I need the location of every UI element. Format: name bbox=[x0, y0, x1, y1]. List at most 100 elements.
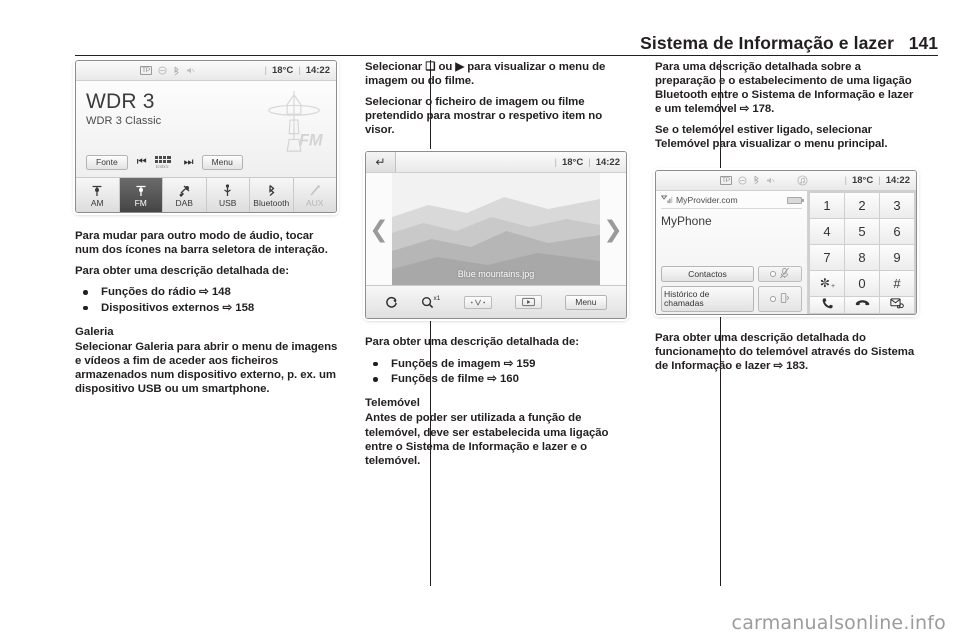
left-paragraph-3: Selecionar Galeria para abrir o menu de … bbox=[75, 341, 338, 396]
left-paragraph-1: Para mudar para outro modo de áudio, toc… bbox=[75, 230, 328, 257]
key-2[interactable]: 2 bbox=[845, 192, 879, 218]
phone-screenshot: TP | 18°C | 14:22 MyProvider.com MyPhone… bbox=[655, 169, 920, 315]
menu-button[interactable]: Menu bbox=[201, 154, 243, 170]
page-number: 141 bbox=[908, 32, 938, 53]
reference-arrow-icon: ⇨ bbox=[503, 357, 514, 370]
middle-paragraph-4: Antes de poder ser utilizada a função de… bbox=[365, 412, 609, 467]
radio-screen: TP | 18°C | 14:22 WDR 3 WDR 3 Classic FM… bbox=[75, 60, 337, 213]
bluetooth-icon bbox=[267, 183, 276, 197]
middle-paragraph-3: Para obter uma descrição detalhada de: bbox=[365, 336, 579, 349]
tab-bluetooth-label: Bluetooth bbox=[253, 198, 290, 208]
slideshow-play-icon[interactable] bbox=[515, 295, 543, 310]
middle-paragraph-2: Selecionar o ficheiro de imagem ou filme… bbox=[365, 96, 603, 137]
handset-transfer-toggle[interactable] bbox=[758, 286, 802, 312]
radio-screenshot: TP | 18°C | 14:22 WDR 3 WDR 3 Classic FM… bbox=[75, 60, 340, 213]
keypad-icon[interactable]: Entbriz bbox=[154, 156, 175, 169]
back-arrow-icon[interactable]: ↵ bbox=[366, 152, 396, 173]
tab-aux[interactable]: AUX bbox=[294, 178, 337, 212]
key-star[interactable]: ✼ + bbox=[810, 270, 844, 296]
key-4[interactable]: 4 bbox=[810, 218, 844, 244]
phone-time: 14:22 bbox=[885, 174, 910, 186]
gallery-viewer: ❮ Blue mountains.jpg ❯ bbox=[366, 173, 626, 286]
key-5[interactable]: 5 bbox=[845, 218, 879, 244]
aux-plug-icon bbox=[309, 183, 321, 197]
tab-dab[interactable]: DAB bbox=[163, 178, 207, 212]
call-history-button[interactable]: Histórico de chamadas bbox=[661, 286, 754, 312]
key-7[interactable]: 7 bbox=[810, 244, 844, 270]
voicemail-button[interactable] bbox=[880, 296, 914, 313]
phone-temperature: 18°C bbox=[851, 174, 874, 186]
zoom-level-label: x1 bbox=[433, 294, 441, 302]
tab-am-label: AM bbox=[90, 198, 104, 208]
source-button[interactable]: Fonte bbox=[86, 154, 128, 170]
column-middle: Selecionar ❑ ou ▶ para visualizar o menu… bbox=[365, 60, 630, 620]
tab-dab-label: DAB bbox=[175, 198, 193, 208]
bullet-dot-icon bbox=[83, 290, 88, 295]
phone-screen: TP | 18°C | 14:22 MyProvider.com MyPhone… bbox=[655, 169, 917, 315]
mute-icon bbox=[766, 176, 775, 185]
page-header: Sistema de Informação e lazer 141 bbox=[75, 22, 938, 56]
contacts-button[interactable]: Contactos bbox=[661, 265, 754, 283]
key-6[interactable]: 6 bbox=[880, 218, 914, 244]
header-divider bbox=[75, 55, 938, 56]
key-hash[interactable]: # bbox=[880, 270, 914, 296]
radio-status-bar: TP | 18°C | 14:22 bbox=[76, 61, 336, 81]
gallery-temperature: 18°C bbox=[561, 156, 584, 168]
chevron-right-icon[interactable]: ❯ bbox=[600, 217, 626, 241]
phone-status-bar: TP | 18°C | 14:22 bbox=[656, 170, 916, 191]
key-9[interactable]: 9 bbox=[880, 244, 914, 270]
call-answer-button[interactable] bbox=[810, 296, 844, 313]
right-paragraph-3: Para obter uma descrição detalhada do fu… bbox=[655, 331, 915, 372]
column-left: TP | 18°C | 14:22 WDR 3 WDR 3 Classic FM… bbox=[75, 60, 340, 620]
phone-device-name: MyPhone bbox=[661, 213, 712, 228]
toggle-indicator bbox=[770, 295, 776, 302]
tab-fm[interactable]: FM bbox=[119, 178, 163, 212]
tab-usb[interactable]: USB bbox=[207, 178, 250, 212]
tab-am[interactable]: AM bbox=[76, 178, 120, 212]
tp-badge-icon: TP bbox=[720, 175, 732, 185]
key-0[interactable]: 0 bbox=[845, 270, 879, 296]
watermark: carmanualsonline.info bbox=[731, 612, 946, 634]
tab-usb-label: USB bbox=[219, 198, 237, 208]
middle-heading-telemovel: Telemóvel bbox=[365, 397, 420, 410]
signal-bars-icon bbox=[660, 195, 673, 206]
bullet-page: 160 bbox=[499, 372, 519, 385]
zoom-icon[interactable]: x1 bbox=[421, 294, 441, 309]
middle-paragraph-1: Selecionar ❑ ou ▶ para visualizar o menu… bbox=[365, 61, 606, 88]
radio-time: 14:22 bbox=[305, 65, 330, 76]
bluetooth-icon bbox=[173, 66, 180, 76]
tab-fm-label: FM bbox=[134, 198, 147, 208]
tab-aux-label: AUX bbox=[306, 198, 324, 208]
tab-bluetooth[interactable]: Bluetooth bbox=[250, 178, 294, 212]
chevron-left-icon[interactable]: ❮ bbox=[366, 217, 392, 241]
mute-microphone-toggle[interactable] bbox=[758, 265, 802, 283]
call-end-button[interactable] bbox=[845, 296, 879, 313]
key-star-label: ✼ bbox=[819, 276, 830, 291]
phone-keypad: 1 2 3 4 5 6 7 8 9 ✼ + 0 # bbox=[808, 190, 916, 314]
phone-info-panel: MyProvider.com MyPhone Contactos Históri… bbox=[656, 190, 808, 314]
content-columns: TP | 18°C | 14:22 WDR 3 WDR 3 Classic FM… bbox=[75, 60, 940, 620]
skip-previous-icon[interactable]: ⏮ bbox=[137, 156, 147, 169]
list-item: Funções de filme ⇨ 160 bbox=[365, 372, 630, 387]
key-3[interactable]: 3 bbox=[880, 192, 914, 218]
fm-band-logo-icon: FM bbox=[268, 90, 324, 152]
usb-icon bbox=[223, 183, 232, 197]
list-item: Funções de imagem ⇨ 159 bbox=[365, 357, 630, 372]
rotate-icon[interactable] bbox=[385, 296, 398, 309]
bullet-text: Funções do rádio bbox=[101, 286, 196, 299]
key-1[interactable]: 1 bbox=[810, 192, 844, 218]
battery-icon bbox=[787, 196, 804, 204]
antenna-icon bbox=[91, 183, 103, 197]
bullet-dot-icon bbox=[373, 376, 378, 382]
bullet-dot-icon bbox=[83, 305, 88, 311]
key-8[interactable]: 8 bbox=[845, 244, 879, 270]
svg-text:FM: FM bbox=[299, 131, 324, 149]
fit-screen-icon[interactable] bbox=[464, 295, 493, 309]
handset-transfer-icon bbox=[779, 292, 790, 306]
left-bullet-list: Funções do rádio ⇨ 148 Dispositivos exte… bbox=[75, 285, 340, 316]
gallery-menu-button[interactable]: Menu bbox=[565, 294, 607, 311]
skip-next-icon[interactable]: ⏭ bbox=[184, 156, 194, 169]
radio-temperature: 18°C bbox=[271, 65, 294, 76]
bullet-text: Dispositivos externos bbox=[101, 301, 220, 314]
gallery-screen: ↵ | 18°C | 14:22 ❮ Blue mountains.jpg ❯ … bbox=[365, 151, 627, 320]
